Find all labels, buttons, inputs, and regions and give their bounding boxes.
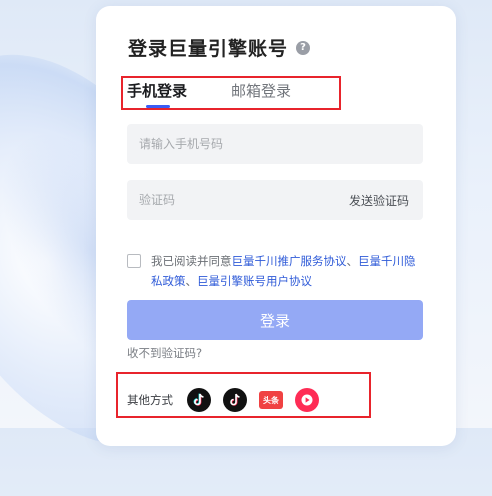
agreement-prefix: 我已阅读并同意 [151,254,232,268]
agreement-separator: 、 [185,274,198,288]
tabs-highlight-box [121,76,341,110]
page-title: 登录巨量引擎账号 [128,38,289,60]
send-code-button[interactable]: 发送验证码 [349,192,409,209]
agreement-checkbox[interactable] [127,254,141,268]
other-methods-highlight-box [116,372,371,418]
title-row: 登录巨量引擎账号 ? [128,34,311,61]
phone-input[interactable] [127,124,423,164]
user-agreement-link[interactable]: 巨量引擎账号用户协议 [197,274,312,288]
agreement-separator: 、 [346,254,359,268]
no-code-link[interactable]: 收不到验证码? [127,345,202,361]
login-button[interactable]: 登录 [127,300,423,340]
service-agreement-link[interactable]: 巨量千川推广服务协议 [232,254,347,268]
question-circle-icon[interactable]: ? [296,40,311,55]
verification-code-field: 发送验证码 [127,180,423,220]
agreement-row: 我已阅读并同意巨量千川推广服务协议、巨量千川隐私政策、巨量引擎账号用户协议 [127,251,423,291]
agreement-text: 我已阅读并同意巨量千川推广服务协议、巨量千川隐私政策、巨量引擎账号用户协议 [151,251,423,291]
